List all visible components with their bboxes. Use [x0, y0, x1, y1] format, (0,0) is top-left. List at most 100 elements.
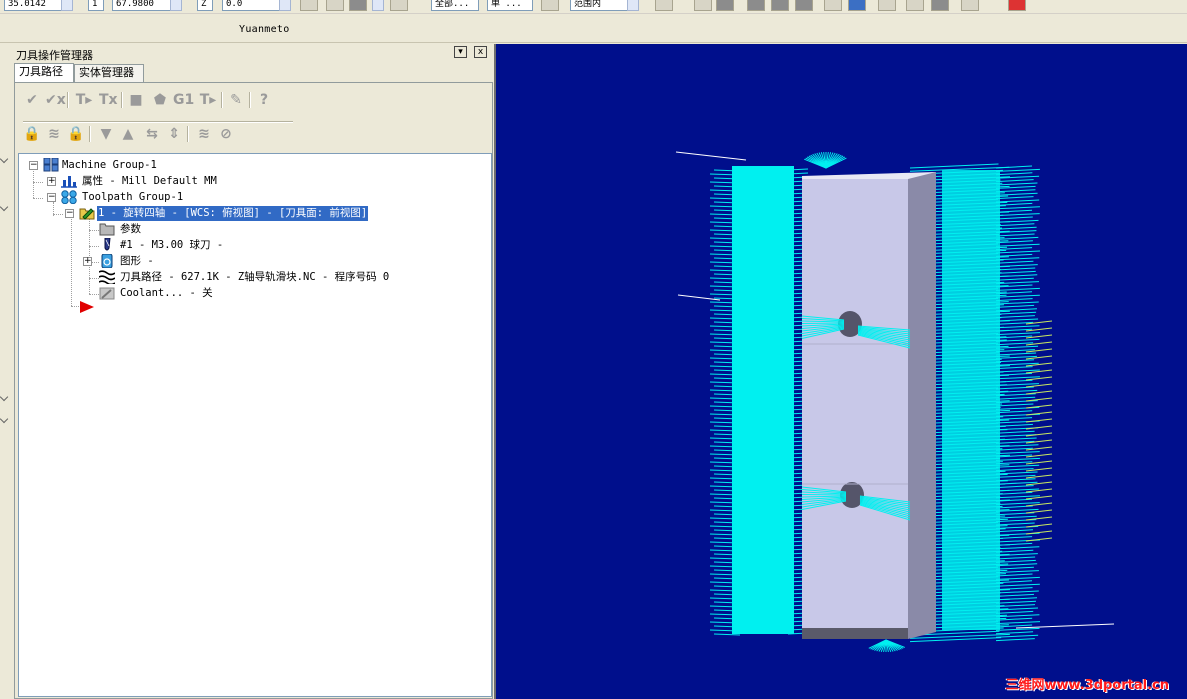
verify-icon[interactable]: ⬟: [151, 91, 169, 109]
tree-node-machine-group[interactable]: − Machine Group-1: [19, 158, 489, 173]
select-button[interactable]: [541, 0, 559, 11]
toolbar-separator: [187, 126, 189, 142]
attribute-icon[interactable]: [390, 0, 408, 11]
backplot-icon[interactable]: ■: [127, 91, 145, 109]
post-icon[interactable]: G1: [173, 91, 194, 109]
toolpath-group-icon: [61, 190, 77, 204]
chevron-down-icon[interactable]: [0, 154, 9, 164]
no-select-button[interactable]: [906, 0, 924, 11]
move-up-icon[interactable]: ▲: [119, 125, 137, 143]
body-select-button[interactable]: [795, 0, 813, 11]
part-front-face: [802, 179, 908, 639]
analyze-button[interactable]: [1008, 0, 1026, 11]
operations-tree[interactable]: − Machine Group-1 + 属性 - Mill Default MM…: [18, 153, 492, 697]
panel-menu-button[interactable]: ▾: [454, 46, 467, 58]
axis-z-label[interactable]: Z: [197, 0, 213, 11]
ball-mill-icon: [104, 238, 111, 251]
solid-select-button[interactable]: [716, 0, 734, 11]
toolbar-separator: [89, 126, 91, 142]
tree-node-parameters[interactable]: 参数: [19, 222, 489, 237]
tree-node-geometry[interactable]: + 图形 -: [19, 254, 489, 269]
level-dropdown[interactable]: [372, 0, 384, 11]
toolbar-separator: [249, 92, 251, 108]
select-all-icon[interactable]: ✔: [23, 91, 41, 109]
help-icon[interactable]: ?: [255, 91, 273, 109]
edit-icon[interactable]: ✎: [227, 91, 245, 109]
collapse-icon[interactable]: −: [29, 161, 38, 170]
coordinate-x-field[interactable]: 35.0142: [4, 0, 62, 11]
mask-all-field[interactable]: 全部...: [431, 0, 479, 11]
high-speed-icon[interactable]: T▸: [199, 91, 217, 109]
toggle-post-icon[interactable]: 🔒: [67, 125, 85, 143]
toolbar-separator: [121, 92, 123, 108]
tree-node-operation[interactable]: − 1 - 旋转四轴 - [WCS: 俯视图] - [刀具面: 前视图]: [19, 206, 489, 221]
watermark-logo: 三维网www.3dportal.cn: [1005, 678, 1169, 693]
help-button[interactable]: [961, 0, 979, 11]
tree-label: Machine Group-1: [62, 159, 157, 171]
chevron-down-icon[interactable]: [0, 392, 9, 402]
select-mode-field[interactable]: 单 ...: [487, 0, 533, 11]
tree-label: 属性 - Mill Default MM: [82, 175, 217, 187]
expand-icon[interactable]: +: [83, 257, 92, 266]
check-button[interactable]: [878, 0, 896, 11]
coordinate-y-dropdown[interactable]: [170, 0, 182, 11]
graphics-viewport[interactable]: 三维网www.3dportal.cn: [494, 44, 1187, 699]
coordinate-x-dropdown[interactable]: [61, 0, 73, 11]
wave-icon[interactable]: ≋: [195, 125, 213, 143]
main-toolbar: 35.0142 1 67.9800 Z 0.0 全部... 单 ... 范围内: [0, 0, 1187, 14]
regenerate-dirty-icon[interactable]: Tx: [99, 91, 118, 109]
collapse-icon[interactable]: −: [65, 209, 74, 218]
verify-button[interactable]: [824, 0, 842, 11]
part-bottom-edge: [802, 628, 908, 639]
tree-node-coolant[interactable]: Coolant... - 关: [19, 286, 489, 301]
expand-icon[interactable]: ⇕: [165, 125, 183, 143]
coordinate-y-field[interactable]: 67.9800: [112, 0, 172, 11]
collapse-icon[interactable]: −: [47, 193, 56, 202]
chevron-down-icon[interactable]: [0, 414, 9, 424]
tree-node-properties[interactable]: + 属性 - Mill Default MM: [19, 174, 489, 189]
select-dirty-icon[interactable]: ✔x: [45, 91, 66, 109]
window-select-button[interactable]: [655, 0, 673, 11]
color-button[interactable]: [326, 0, 344, 11]
range-dropdown[interactable]: [627, 0, 639, 11]
tree-label: 刀具路径 - 627.1K - Z轴导轨滑块.NC - 程序号码 0: [120, 271, 390, 283]
face-select-button[interactable]: [747, 0, 765, 11]
toolbar-separator: [221, 92, 223, 108]
tree-label: #1 - M3.00 球刀 -: [120, 239, 224, 251]
coordinate-z-field[interactable]: 0.0: [222, 0, 280, 11]
panel-close-button[interactable]: x: [474, 46, 487, 58]
autocursor-button[interactable]: [300, 0, 318, 11]
tree-node-toolpath-group[interactable]: − Toolpath Group-1: [19, 190, 489, 205]
toolpath-icon: [99, 270, 115, 284]
level-button[interactable]: [349, 0, 367, 11]
stock-icon[interactable]: ⊘: [217, 125, 235, 143]
expand-icon[interactable]: +: [47, 177, 56, 186]
axis-1-label[interactable]: 1: [88, 0, 104, 11]
app-title: Yuanmeto: [239, 24, 290, 35]
part-side-face: [908, 172, 936, 639]
toggle-display-icon[interactable]: ≋: [45, 125, 63, 143]
sphere-button[interactable]: [931, 0, 949, 11]
part-block: [802, 172, 936, 639]
backplot-button[interactable]: [848, 0, 866, 11]
chevron-down-icon[interactable]: [0, 202, 9, 212]
regenerate-icon[interactable]: T▸: [75, 91, 93, 109]
tab-solids[interactable]: 实体管理器: [74, 64, 144, 82]
insert-after-icon[interactable]: ⇆: [143, 125, 161, 143]
tree-node-tool[interactable]: #1 - M3.00 球刀 -: [19, 238, 489, 253]
toolbar-separator: [67, 92, 69, 108]
move-down-icon[interactable]: ▼: [97, 125, 115, 143]
tree-node-toolpath[interactable]: 刀具路径 - 627.1K - Z轴导轨滑块.NC - 程序号码 0: [19, 270, 489, 285]
tree-label: 参数: [120, 223, 141, 235]
select-last-button[interactable]: [694, 0, 712, 11]
coordinate-z-dropdown[interactable]: [279, 0, 291, 11]
lock-icon[interactable]: 🔒: [23, 125, 41, 143]
operation-folder-icon: [79, 208, 95, 220]
toolbar-divider: [23, 121, 293, 123]
toolpath-preview-scene: [675, 151, 1115, 653]
tab-toolpaths[interactable]: 刀具路径: [14, 63, 74, 82]
edge-select-button[interactable]: [771, 0, 789, 11]
title-strip: Yuanmeto: [0, 14, 1187, 43]
insert-arrow-icon[interactable]: [79, 300, 95, 314]
range-field[interactable]: 范围内: [570, 0, 628, 11]
